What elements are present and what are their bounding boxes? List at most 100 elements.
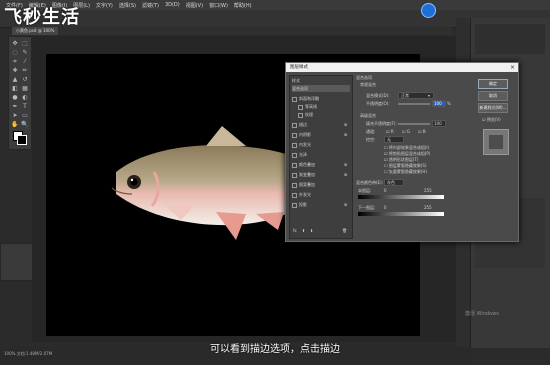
- channel-r-checkbox[interactable]: ☑ R: [386, 129, 394, 134]
- layer-style-dialog: 图层样式 × 样式 混合选项 斜面和浮雕 等高线 纹理 描边 ⊞ 内阴影 ⊞ 内发光…: [285, 62, 519, 242]
- checkbox[interactable]: [292, 182, 297, 188]
- document-tab-bar: 小黄鱼.psd @ 100%: [12, 27, 452, 35]
- marquee-tool-icon[interactable]: ⬚: [21, 40, 29, 47]
- fill-opacity-field[interactable]: 100: [432, 120, 446, 127]
- style-item-contour[interactable]: 等高线: [298, 103, 317, 110]
- blend-if-select[interactable]: 灰色: [384, 179, 404, 186]
- checkbox[interactable]: [292, 122, 297, 128]
- brush-tool-icon[interactable]: ✏: [21, 67, 29, 74]
- advanced-section-title: 高级混合: [360, 113, 376, 118]
- history-brush-tool-icon[interactable]: ↺: [21, 76, 29, 83]
- move-up-icon[interactable]: ⬆: [302, 228, 305, 233]
- trash-icon[interactable]: 🗑: [342, 228, 347, 233]
- style-item-drop-shadow[interactable]: 投影 ⊞: [292, 201, 347, 208]
- checkbox[interactable]: [292, 202, 297, 208]
- section-subtitle: 常规混合: [360, 82, 376, 87]
- checkbox[interactable]: [292, 162, 297, 168]
- ok-button[interactable]: 确定: [478, 79, 508, 89]
- opacity-slider[interactable]: [398, 103, 430, 105]
- dialog-title: 图层样式: [290, 65, 308, 70]
- properties-panel: [475, 24, 545, 54]
- checkbox[interactable]: [292, 142, 297, 148]
- opacity-field[interactable]: 100: [432, 100, 446, 107]
- style-item-inner-shadow[interactable]: 内阴影 ⊞: [292, 131, 347, 138]
- checkbox[interactable]: [292, 172, 297, 178]
- tools-panel: ✥ ⬚ ◌ ✎ ⌗ ⁄ ✚ ✏ ▲ ↺ ◧ ▦ ● ◐ ✒ T ➤ ▭ ✋ 🔍: [8, 36, 32, 150]
- style-item-outer-glow[interactable]: 外发光: [292, 191, 311, 198]
- style-item-texture[interactable]: 纹理: [298, 111, 313, 118]
- checkbox[interactable]: [292, 152, 297, 158]
- menu-bar: 文件(F) 编辑(E) 图像(I) 图层(L) 文字(Y) 选择(S) 滤镜(T) 3D(D)…: [0, 0, 550, 10]
- menu-item[interactable]: 滤镜(T): [142, 2, 159, 9]
- blur-tool-icon[interactable]: ●: [11, 94, 19, 101]
- menu-item[interactable]: 窗口(W): [209, 2, 228, 9]
- channels-label: 通道:: [366, 129, 376, 134]
- under-layer-min: 0: [384, 205, 387, 210]
- fill-opacity-label: 填充不透明度(F):: [366, 121, 397, 126]
- type-tool-icon[interactable]: T: [21, 103, 29, 110]
- account-icon[interactable]: [421, 3, 436, 18]
- checkbox[interactable]: [292, 132, 297, 138]
- activate-windows-notice: 激活 Windows: [465, 311, 499, 317]
- opacity-label: 不透明度(O):: [366, 101, 390, 106]
- style-item-color-overlay[interactable]: 颜色叠加 ⊞: [292, 161, 347, 168]
- style-item-bevel-emboss[interactable]: 斜面和浮雕: [292, 95, 319, 102]
- style-preview-swatch: [483, 129, 509, 155]
- healing-tool-icon[interactable]: ✚: [11, 67, 19, 74]
- cancel-button[interactable]: 取消: [478, 91, 508, 101]
- close-icon[interactable]: ×: [510, 63, 515, 72]
- style-item-blending-options[interactable]: 混合选项: [292, 85, 350, 92]
- channel-g-checkbox[interactable]: ☑ G: [402, 129, 410, 134]
- style-item-pattern-overlay[interactable]: 图案叠加: [292, 181, 315, 188]
- dodge-tool-icon[interactable]: ◐: [21, 94, 29, 101]
- checkbox[interactable]: [292, 192, 297, 198]
- crop-tool-icon[interactable]: ⌗: [11, 58, 19, 65]
- move-down-icon[interactable]: ⬇: [310, 228, 313, 233]
- style-item-styles[interactable]: 样式: [292, 77, 300, 84]
- menu-item[interactable]: 帮助(H): [234, 2, 252, 9]
- gradient-tool-icon[interactable]: ▦: [21, 85, 29, 92]
- blend-mode-label: 混合模式(D):: [366, 93, 390, 98]
- shape-tool-icon[interactable]: ▭: [21, 112, 29, 119]
- fx-label[interactable]: fx: [293, 228, 297, 233]
- document-tab[interactable]: 小黄鱼.psd @ 100%: [12, 27, 59, 35]
- new-style-button[interactable]: 新建样式(W)...: [478, 103, 508, 113]
- fill-opacity-slider[interactable]: [398, 123, 430, 125]
- style-item-inner-glow[interactable]: 内发光: [292, 141, 311, 148]
- preview-checkbox[interactable]: ☑ 预览(V): [482, 117, 501, 123]
- eyedropper-tool-icon[interactable]: ⁄: [21, 58, 29, 65]
- path-select-tool-icon[interactable]: ➤: [11, 112, 19, 119]
- dialog-title-bar[interactable]: 图层样式 ×: [286, 63, 518, 72]
- underlying-layer-label: 下一图层:: [358, 205, 376, 210]
- blend-if-label: 混合颜色带(E):: [356, 180, 383, 185]
- channel-b-checkbox[interactable]: ☑ B: [418, 129, 426, 134]
- knockout-select[interactable]: 无: [384, 136, 404, 143]
- quick-select-tool-icon[interactable]: ✎: [21, 49, 29, 56]
- pen-tool-icon[interactable]: ✒: [11, 103, 19, 110]
- blend-mode-select[interactable]: 正常 ▾: [398, 92, 434, 99]
- checkbox[interactable]: [292, 96, 297, 102]
- knockout-label: 挖空:: [366, 137, 376, 142]
- checkbox[interactable]: [298, 112, 303, 118]
- style-item-satin[interactable]: 光泽: [292, 151, 307, 158]
- checkbox[interactable]: [298, 104, 303, 110]
- menu-item[interactable]: 3D(D): [165, 2, 180, 8]
- menu-item[interactable]: 选择(S): [119, 2, 136, 9]
- this-layer-gradient-slider[interactable]: [358, 195, 444, 199]
- style-item-stroke[interactable]: 描边 ⊞: [292, 121, 347, 128]
- eraser-tool-icon[interactable]: ◧: [11, 85, 19, 92]
- menu-item[interactable]: 视图(V): [186, 2, 203, 9]
- zoom-tool-icon[interactable]: 🔍: [21, 121, 29, 128]
- option-vector-mask-hides[interactable]: ☐ 矢量蒙版隐藏效果(H): [384, 169, 427, 175]
- style-item-gradient-overlay[interactable]: 渐变叠加 ⊞: [292, 171, 347, 178]
- section-title: 混合选项: [356, 75, 372, 80]
- move-tool-icon[interactable]: ✥: [11, 40, 19, 47]
- menu-item[interactable]: 文字(Y): [96, 2, 113, 9]
- hand-tool-icon[interactable]: ✋: [11, 121, 19, 128]
- lasso-tool-icon[interactable]: ◌: [11, 49, 19, 56]
- underlying-layer-gradient-slider[interactable]: [358, 212, 444, 216]
- style-list: 样式 混合选项 斜面和浮雕 等高线 纹理 描边 ⊞ 内阴影 ⊞ 内发光 光泽 颜色叠…: [289, 75, 353, 239]
- watermark: 飞秒生活: [4, 7, 80, 28]
- background-color-swatch[interactable]: [17, 135, 27, 145]
- stamp-tool-icon[interactable]: ▲: [11, 76, 19, 83]
